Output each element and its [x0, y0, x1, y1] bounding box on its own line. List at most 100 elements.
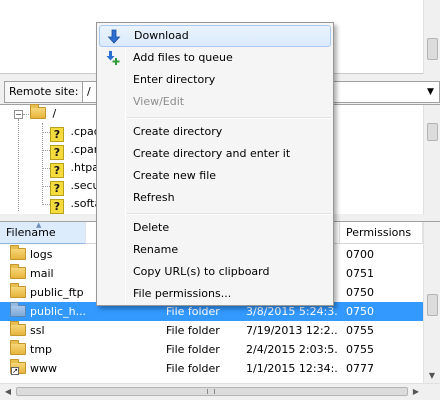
filename-cell: tmp — [10, 340, 86, 359]
column-header-label: Permissions — [346, 226, 412, 239]
column-header-label: Filename — [6, 226, 56, 239]
menu-item-create-directory-and-enter-it[interactable]: Create directory and enter it — [99, 143, 331, 165]
permissions-cell: 0750 — [346, 286, 374, 299]
folder-icon — [10, 321, 26, 336]
scroll-left-arrow-icon[interactable]: ◀ — [0, 384, 16, 400]
column-header-filename[interactable]: Filename ▲ — [0, 221, 86, 244]
file-list-horizontal-scrollbar[interactable]: ◀ ▶ — [0, 383, 440, 399]
filename-label: tmp — [30, 343, 53, 356]
permissions-cell: 0750 — [346, 305, 374, 318]
filename-cell: public_h... — [10, 302, 86, 321]
menu-item-label: Download — [134, 29, 189, 42]
menu-item-label: Add files to queue — [133, 51, 233, 64]
tree-item-label: / — [52, 107, 57, 120]
tree-guide-line — [42, 123, 43, 203]
file-list-vertical-scrollbar[interactable]: ▼ — [423, 222, 440, 384]
folder-icon: ↗ — [10, 359, 26, 375]
local-pane-scrollbar[interactable] — [423, 0, 440, 74]
remote-site-label: Remote site: — [4, 81, 84, 103]
scroll-down-arrow-icon[interactable]: ▼ — [424, 368, 440, 384]
menu-item-label: View/Edit — [133, 95, 185, 108]
tree-item-root[interactable]: / — [30, 104, 57, 123]
folder-icon — [10, 245, 26, 260]
menu-item-create-directory[interactable]: Create directory — [99, 121, 331, 143]
file-list-row[interactable]: ssl File folder 7/19/2013 12:2... 0755 — [0, 321, 423, 340]
unknown-folder-icon: ? — [50, 199, 64, 214]
tree-item[interactable]: ? .cpan — [50, 141, 101, 160]
filename-label: public_h... — [30, 305, 86, 318]
menu-item-file-permissions[interactable]: File permissions... — [99, 283, 331, 305]
last-modified-cell: 1/1/2015 12:34:... — [246, 362, 338, 375]
menu-item-enter-directory[interactable]: Enter directory — [99, 69, 331, 91]
folder-icon — [10, 264, 26, 279]
scroll-right-arrow-icon[interactable]: ▶ — [408, 384, 424, 400]
last-modified-cell: 2/4/2015 2:03:5... — [246, 343, 338, 356]
folder-icon — [30, 104, 46, 119]
menu-item-refresh[interactable]: Refresh — [99, 187, 331, 209]
permissions-cell: 0755 — [346, 324, 374, 337]
tree-item[interactable]: ? .cpad — [50, 123, 101, 142]
scrollbar-thumb[interactable] — [16, 387, 408, 396]
collapse-toggle-icon[interactable]: − — [14, 110, 23, 119]
menu-item-rename[interactable]: Rename — [99, 239, 331, 261]
menu-item-label: Refresh — [133, 191, 175, 204]
permissions-cell: 0751 — [346, 267, 374, 280]
menu-item-label: Enter directory — [133, 73, 216, 86]
menu-item-create-new-file[interactable]: Create new file — [99, 165, 331, 187]
menu-item-view-edit[interactable]: View/Edit — [99, 91, 331, 113]
permissions-cell: 0777 — [346, 362, 374, 375]
menu-separator — [127, 213, 331, 215]
menu-item-label: Copy URL(s) to clipboard — [133, 265, 270, 278]
menu-item-label: File permissions... — [133, 287, 232, 300]
tree-scrollbar[interactable] — [423, 105, 440, 215]
column-header-permissions[interactable]: Permissions — [340, 222, 423, 244]
menu-item-label: Create directory and enter it — [133, 147, 291, 160]
menu-item-copy-url-s-to-clipboard[interactable]: Copy URL(s) to clipboard — [99, 261, 331, 283]
filename-cell: mail — [10, 264, 86, 283]
menu-item-delete[interactable]: Delete — [99, 217, 331, 239]
folder-icon — [10, 283, 26, 298]
menu-item-label: Delete — [133, 221, 170, 234]
context-menu: Download Add files to queue Enter director… — [96, 22, 334, 306]
file-list-row[interactable]: ↗ www File folder 1/1/2015 12:34:... 0777 — [0, 359, 423, 378]
filename-label: ssl — [30, 324, 45, 337]
sort-ascending-icon: ▲ — [36, 221, 42, 229]
file-list-row[interactable]: tmp File folder 2/4/2015 2:03:5... 0755 — [0, 340, 423, 359]
scrollbar-thumb[interactable] — [427, 123, 438, 141]
menu-separator — [127, 117, 331, 119]
filename-cell: ↗ www — [10, 359, 86, 378]
folder-icon — [10, 302, 26, 317]
menu-item-label: Create new file — [133, 169, 217, 182]
grip-icon — [207, 389, 215, 394]
add-to-queue-icon — [105, 50, 121, 66]
permissions-cell: 0700 — [346, 248, 374, 261]
menu-item-download[interactable]: Download — [99, 25, 331, 47]
menu-item-label: Create directory — [133, 125, 223, 138]
menu-item-label: Rename — [133, 243, 179, 256]
scrollbar-thumb[interactable] — [427, 38, 438, 60]
last-modified-cell: 7/19/2013 12:2... — [246, 324, 338, 337]
filename-label: www — [30, 362, 57, 375]
scrollbar-thumb[interactable] — [427, 294, 438, 316]
filename-label: mail — [30, 267, 54, 280]
unknown-folder-icon: ? — [50, 181, 64, 196]
chevron-down-icon[interactable]: ▼ — [422, 82, 439, 104]
menu-item-add-files-to-queue[interactable]: Add files to queue — [99, 47, 331, 69]
permissions-cell: 0755 — [346, 343, 374, 356]
filetype-cell: File folder — [166, 324, 220, 337]
tree-guide-line — [18, 119, 19, 211]
folder-icon — [10, 340, 26, 355]
download-arrow-icon — [106, 29, 122, 45]
unknown-folder-icon: ? — [50, 145, 64, 160]
filetype-cell: File folder — [166, 343, 220, 356]
shortcut-arrow-icon: ↗ — [11, 367, 19, 375]
filename-label: logs — [30, 248, 53, 261]
remote-site-path-value: / — [87, 85, 91, 98]
filename-cell: ssl — [10, 321, 86, 340]
filetype-cell: File folder — [166, 362, 220, 375]
unknown-folder-icon: ? — [50, 127, 64, 142]
filename-cell: public_ftp — [10, 283, 86, 302]
tree-item[interactable]: ? .softa — [50, 195, 101, 214]
unknown-folder-icon: ? — [50, 163, 64, 178]
filename-cell: logs — [10, 245, 86, 264]
